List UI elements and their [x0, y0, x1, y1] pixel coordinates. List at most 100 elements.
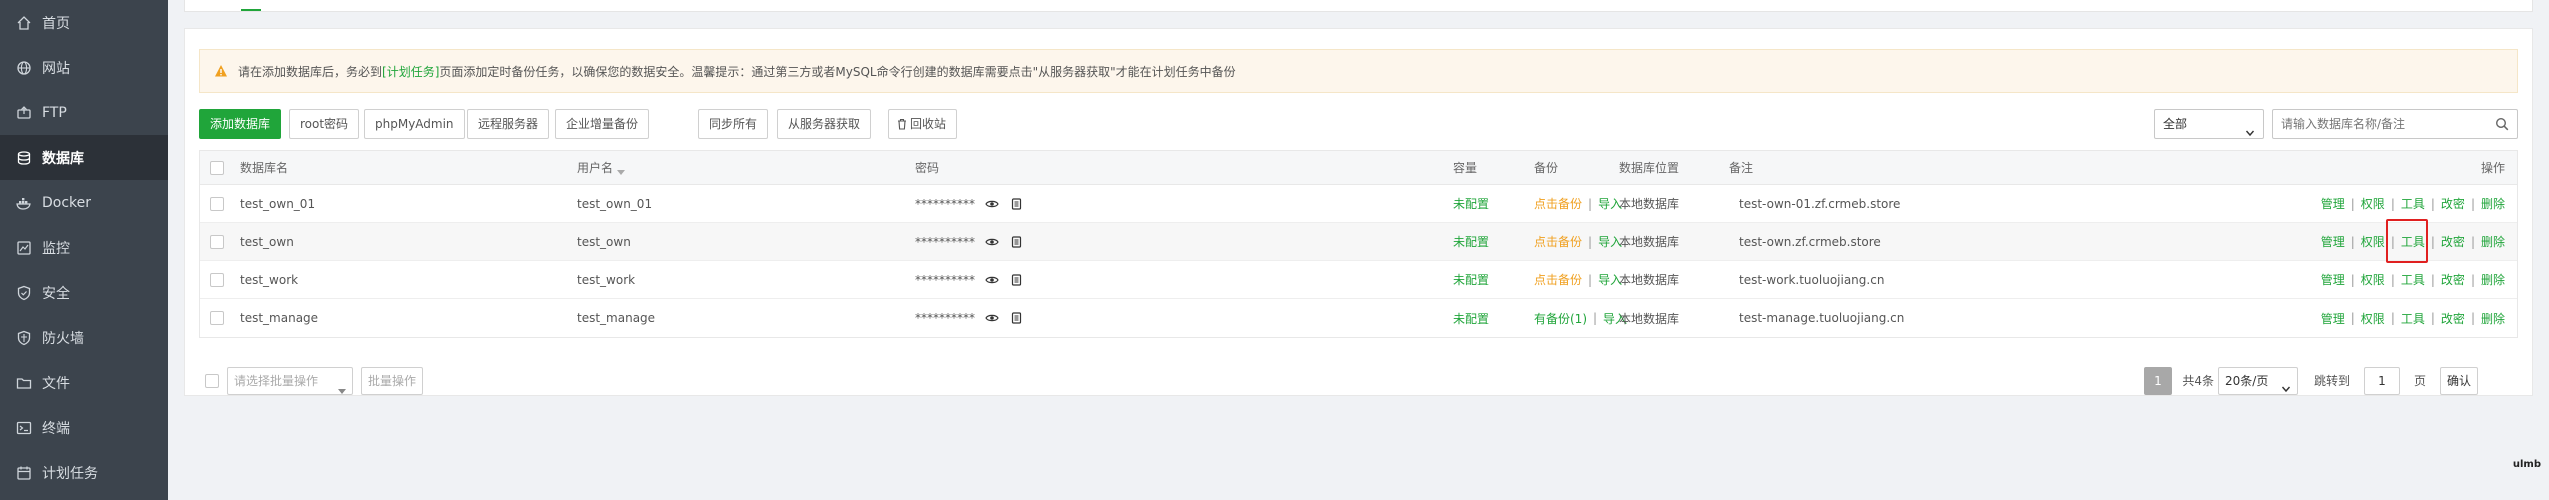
sidebar-item-security[interactable]: 安全 — [0, 270, 168, 315]
sidebar-item-label: 网站 — [42, 60, 70, 77]
db-name[interactable]: test_work — [240, 261, 298, 298]
permission-link[interactable]: 权限 — [2361, 271, 2385, 288]
chevron-down-icon — [338, 378, 346, 394]
backup-link[interactable]: 点击备份 — [1534, 195, 1582, 212]
jump-to-label: 跳转到 — [2313, 374, 2350, 388]
permission-link[interactable]: 权限 — [2361, 310, 2385, 327]
permission-link[interactable]: 权限 — [2361, 233, 2385, 250]
add-database-button[interactable]: 添加数据库 — [199, 109, 282, 139]
manage-link[interactable]: 管理 — [2321, 195, 2345, 212]
db-password: ********** — [915, 196, 975, 211]
copy-icon[interactable] — [1009, 311, 1023, 325]
sync-all-button[interactable]: 同步所有 — [698, 109, 769, 139]
db-name[interactable]: test_manage — [240, 299, 318, 337]
manage-link[interactable]: 管理 — [2321, 233, 2345, 250]
sidebar-item-files[interactable]: 文件 — [0, 360, 168, 405]
copy-icon[interactable] — [1009, 273, 1023, 287]
database-panel: 请在添加数据库后，务必到 [计划任务] 页面添加定时备份任务，以确保您的数据安全… — [184, 28, 2533, 396]
row-checkbox[interactable] — [210, 272, 224, 287]
firewall-icon — [16, 330, 32, 346]
root-password-button[interactable]: root密码 — [289, 109, 360, 139]
table-footer: 请选择批量操作 批量操作 1 共4条 20条/页 跳转到 1 页 确认 — [199, 367, 2518, 397]
filter-select[interactable]: 全部 — [2154, 109, 2264, 139]
notice-text-prefix: 请在添加数据库后，务必到 — [238, 64, 383, 79]
sidebar-item-monitor[interactable]: 监控 — [0, 225, 168, 270]
copy-icon[interactable] — [1009, 235, 1023, 249]
tools-link[interactable]: 工具 — [2401, 195, 2425, 212]
manage-link[interactable]: 管理 — [2321, 271, 2345, 288]
tools-link[interactable]: 工具 — [2401, 271, 2425, 288]
db-remark[interactable]: test-manage.tuoluojiang.cn — [1739, 299, 1904, 337]
sidebar-item-terminal[interactable]: 终端 — [0, 405, 168, 450]
change-password-link[interactable]: 改密 — [2441, 271, 2465, 288]
globe-icon — [16, 60, 32, 76]
search-input[interactable] — [2273, 110, 2473, 138]
db-remark[interactable]: test-work.tuoluojiang.cn — [1739, 261, 1884, 298]
footer-select-all-checkbox[interactable] — [205, 374, 219, 388]
backup-link[interactable]: 有备份(1) — [1534, 310, 1587, 327]
jump-confirm-button[interactable]: 确认 — [2439, 367, 2478, 395]
row-checkbox[interactable] — [210, 234, 224, 249]
search-icon[interactable] — [2495, 117, 2509, 131]
db-remark[interactable]: test-own-01.zf.crmeb.store — [1739, 185, 1900, 222]
capacity-config-link[interactable]: 未配置 — [1453, 261, 1489, 298]
phpmyadmin-button[interactable]: phpMyAdmin — [364, 109, 465, 139]
copy-icon[interactable] — [1009, 197, 1023, 211]
delete-link[interactable]: 删除 — [2481, 310, 2505, 327]
backup-link[interactable]: 点击备份 — [1534, 271, 1582, 288]
delete-link[interactable]: 删除 — [2481, 271, 2505, 288]
batch-operation-button[interactable]: 批量操作 — [361, 367, 424, 395]
sidebar-item-firewall[interactable]: 防火墙 — [0, 315, 168, 360]
sidebar-item-database[interactable]: 数据库 — [0, 135, 168, 180]
db-name[interactable]: test_own — [240, 223, 294, 260]
sidebar-item-home[interactable]: 首页 — [0, 0, 168, 45]
pagination-current-page[interactable]: 1 — [2144, 367, 2172, 395]
per-page-select[interactable]: 20条/页 — [2218, 367, 2298, 395]
manage-link[interactable]: 管理 — [2321, 310, 2345, 327]
column-header-name[interactable]: 数据库名 — [240, 151, 288, 184]
row-checkbox[interactable] — [210, 311, 224, 325]
tools-link[interactable]: 工具 — [2401, 310, 2425, 327]
db-remark[interactable]: test-own.zf.crmeb.store — [1739, 223, 1881, 260]
sidebar-item-ftp[interactable]: FTP — [0, 90, 168, 135]
db-user: test_work — [577, 272, 636, 287]
capacity-config-link[interactable]: 未配置 — [1453, 223, 1489, 260]
select-all-checkbox[interactable] — [210, 160, 224, 175]
capacity-config-link[interactable]: 未配置 — [1453, 185, 1489, 222]
batch-operation-select[interactable]: 请选择批量操作 — [227, 367, 353, 395]
docker-icon — [16, 195, 32, 211]
change-password-link[interactable]: 改密 — [2441, 233, 2465, 250]
db-name[interactable]: test_own_01 — [240, 185, 315, 222]
jump-page-input[interactable]: 1 — [2364, 367, 2400, 395]
fetch-from-server-button[interactable]: 从服务器获取 — [777, 109, 872, 139]
capacity-config-link[interactable]: 未配置 — [1453, 299, 1489, 337]
eye-icon[interactable] — [985, 235, 999, 249]
chevron-down-icon — [2245, 120, 2255, 137]
shield-icon — [16, 285, 32, 301]
enterprise-backup-button[interactable]: 企业增量备份 — [555, 109, 650, 139]
tab-bar — [184, 0, 2533, 12]
permission-link[interactable]: 权限 — [2361, 195, 2385, 212]
sidebar-item-website[interactable]: 网站 — [0, 45, 168, 90]
row-checkbox[interactable] — [210, 196, 224, 211]
delete-link[interactable]: 删除 — [2481, 195, 2505, 212]
recycle-bin-button[interactable]: 回收站 — [888, 109, 958, 139]
db-user: test_own — [577, 234, 631, 249]
change-password-link[interactable]: 改密 — [2441, 195, 2465, 212]
sidebar-item-label: 防火墙 — [42, 330, 84, 347]
column-header-user[interactable]: 用户名 — [577, 151, 626, 184]
change-password-link[interactable]: 改密 — [2441, 310, 2465, 327]
db-location: 本地数据库 — [1619, 311, 1680, 326]
cron-task-link[interactable]: [计划任务] — [382, 63, 439, 80]
eye-icon[interactable] — [985, 311, 999, 325]
sidebar-item-docker[interactable]: Docker — [0, 180, 168, 225]
remote-server-button[interactable]: 远程服务器 — [467, 109, 550, 139]
page-unit-label: 页 — [2413, 374, 2426, 388]
eye-icon[interactable] — [985, 197, 999, 211]
eye-icon[interactable] — [985, 273, 999, 287]
delete-link[interactable]: 删除 — [2481, 233, 2505, 250]
table-row: test_work test_work ********** 未配置 点击备份 |… — [200, 261, 2517, 299]
sidebar-item-cron[interactable]: 计划任务 — [0, 450, 168, 495]
trash-icon — [897, 112, 907, 130]
backup-link[interactable]: 点击备份 — [1534, 233, 1582, 250]
